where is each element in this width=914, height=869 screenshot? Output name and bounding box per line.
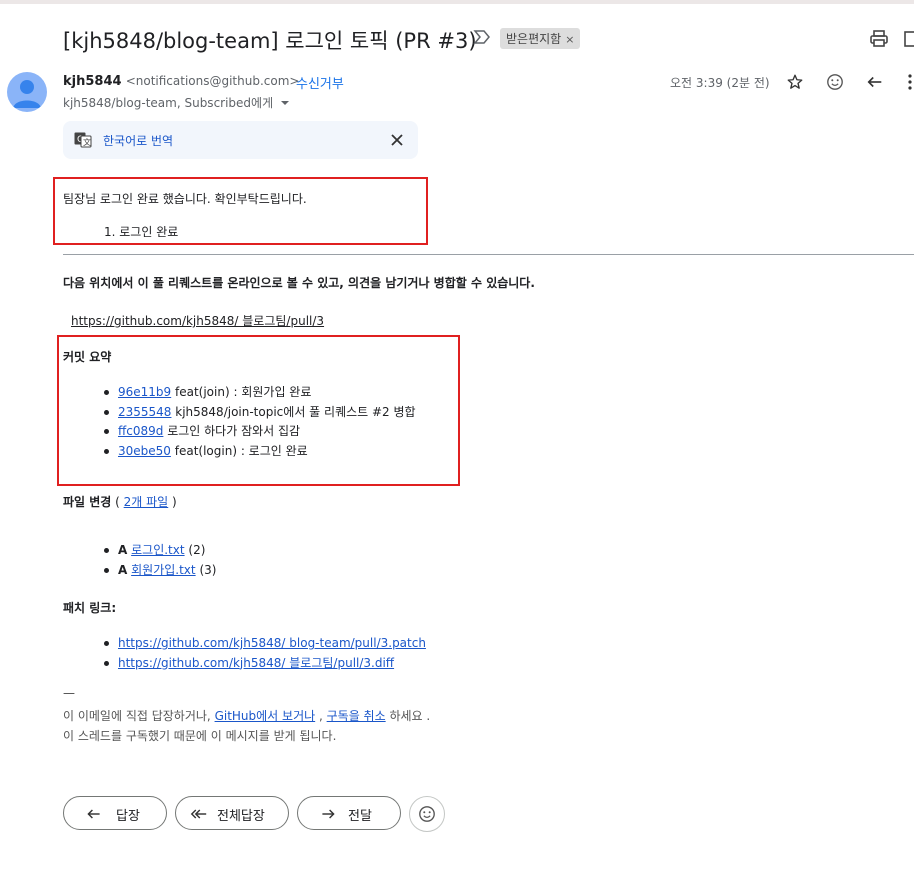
reply-button[interactable]: 답장 bbox=[63, 796, 167, 830]
footer-line-2: 이 스레드를 구독했기 때문에 이 메시지를 받게 됩니다. bbox=[63, 729, 337, 743]
emoji-react-icon[interactable] bbox=[826, 73, 844, 95]
recipients-label: kjh5848/blog-team, Subscribed에게 bbox=[63, 96, 274, 110]
list-item: ffc089d 로그인 하다가 잠와서 집감 bbox=[104, 422, 416, 442]
files-changed: 파일 변경 ( 2개 파일 ) bbox=[63, 493, 177, 510]
translate-icon: G文 bbox=[74, 132, 92, 152]
unsubscribe-thread-link[interactable]: 구독을 취소 bbox=[327, 709, 386, 723]
email-time: 오전 3:39 (2분 전) bbox=[670, 76, 770, 90]
emoji-react-button[interactable] bbox=[409, 796, 445, 832]
commit-message: feat(login) : 로그인 완료 bbox=[170, 443, 308, 458]
reply-all-button[interactable]: 전체답장 bbox=[175, 796, 289, 830]
footer-text: 하세요 . bbox=[385, 709, 431, 723]
svg-text:文: 文 bbox=[83, 137, 91, 147]
close-icon[interactable] bbox=[390, 132, 404, 151]
sender-name[interactable]: kjh5844 bbox=[63, 74, 122, 89]
files-paren-open: ( bbox=[111, 495, 124, 509]
unsubscribe-link[interactable]: 수신거부 bbox=[296, 73, 344, 92]
avatar bbox=[7, 72, 47, 112]
recipients[interactable]: kjh5848/blog-team, Subscribed에게 bbox=[63, 94, 290, 111]
translate-bar: G文 한국어로 번역 bbox=[63, 121, 418, 159]
smiley-icon bbox=[419, 806, 435, 822]
forward-icon bbox=[320, 806, 336, 826]
forward-button[interactable]: 전달 bbox=[297, 796, 401, 830]
top-border bbox=[0, 0, 914, 4]
chevron-down-icon[interactable] bbox=[280, 99, 290, 107]
file-op: A bbox=[118, 543, 128, 557]
list-item: https://github.com/kjh5848/ 블로그팀/pull/3.… bbox=[104, 654, 426, 674]
print-icon[interactable] bbox=[869, 29, 889, 53]
diff-link[interactable]: https://github.com/kjh5848/ 블로그팀/pull/3.… bbox=[118, 656, 394, 670]
list-item: https://github.com/kjh5848/ blog-team/pu… bbox=[104, 634, 426, 654]
commit-sha-link[interactable]: 30ebe50 bbox=[118, 444, 171, 458]
pr-link[interactable]: https://github.com/kjh5848/ 블로그팀/pull/3 bbox=[71, 312, 324, 329]
message-list-item: 1. 로그인 완료 bbox=[104, 225, 179, 239]
pr-intro: 다음 위치에서 이 풀 리퀘스트를 온라인으로 볼 수 있고, 의견을 남기거나… bbox=[63, 276, 535, 290]
commit-list: 96e11b9 feat(join) : 회원가입 완료 2355548 kjh… bbox=[104, 383, 416, 462]
list-item: 2355548 kjh5848/join-topic에서 풀 리퀘스트 #2 병… bbox=[104, 403, 416, 423]
importance-marker-icon[interactable] bbox=[473, 29, 491, 49]
view-on-github-link[interactable]: GitHub에서 보거나 bbox=[215, 709, 316, 723]
commit-sha-link[interactable]: 96e11b9 bbox=[118, 385, 171, 399]
patch-list: https://github.com/kjh5848/ blog-team/pu… bbox=[104, 634, 426, 674]
forward-label: 전달 bbox=[348, 809, 372, 824]
reply-label: 답장 bbox=[116, 809, 140, 824]
commit-message: kjh5848/join-topic에서 풀 리퀘스트 #2 병합 bbox=[171, 404, 416, 419]
list-item: 30ebe50 feat(login) : 로그인 완료 bbox=[104, 442, 416, 462]
sender: kjh5844 <notifications@github.com> bbox=[63, 74, 299, 89]
sender-address: <notifications@github.com> bbox=[125, 74, 300, 88]
reply-all-label: 전체답장 bbox=[217, 809, 265, 824]
files-count-link[interactable]: 2개 파일 bbox=[124, 495, 169, 509]
commit-message: feat(join) : 회원가입 완료 bbox=[171, 385, 312, 399]
reply-all-icon bbox=[190, 806, 208, 826]
reply-icon bbox=[86, 806, 102, 826]
patch-link[interactable]: https://github.com/kjh5848/ blog-team/pu… bbox=[118, 636, 426, 650]
file-change-count: (2) bbox=[184, 543, 206, 557]
patch-title: 패치 링크: bbox=[63, 601, 117, 615]
commit-sha-link[interactable]: 2355548 bbox=[118, 405, 171, 419]
file-link[interactable]: 회원가입.txt bbox=[131, 563, 196, 577]
star-icon[interactable] bbox=[786, 73, 804, 95]
file-list: A 로그인.txt (2) A 회원가입.txt (3) bbox=[103, 541, 217, 581]
more-options-icon[interactable] bbox=[906, 73, 914, 95]
message-line: 팀장님 로그인 완료 했습니다. 확인부탁드립니다. bbox=[63, 192, 307, 206]
reply-icon[interactable] bbox=[866, 73, 884, 95]
footer-line-1: 이 이메일에 직접 답장하거나, GitHub에서 보거나 , 구독을 취소 하… bbox=[63, 707, 430, 724]
commit-sha-link[interactable]: ffc089d bbox=[118, 424, 163, 438]
footer-separator: , bbox=[315, 709, 327, 723]
signature-dash: — bbox=[63, 686, 75, 700]
list-item: A 로그인.txt (2) bbox=[103, 541, 216, 561]
email-subject: [kjh5848/blog-team] 로그인 토픽 (PR #3) bbox=[63, 29, 477, 53]
commits-title: 커밋 요약 bbox=[63, 350, 112, 364]
commit-message: 로그인 하다가 잠와서 집감 bbox=[163, 424, 301, 438]
file-link[interactable]: 로그인.txt bbox=[131, 543, 184, 557]
inbox-label-chip[interactable]: 받은편지함 × bbox=[500, 28, 581, 49]
files-paren-close: ) bbox=[168, 495, 177, 509]
open-new-window-icon[interactable] bbox=[904, 29, 914, 53]
footer-text: 이 이메일에 직접 답장하거나, bbox=[63, 709, 215, 723]
file-change-count: (3) bbox=[195, 562, 217, 577]
list-item: A 회원가입.txt (3) bbox=[103, 561, 217, 581]
files-title: 파일 변경 bbox=[63, 495, 112, 509]
list-item: 96e11b9 feat(join) : 회원가입 완료 bbox=[104, 383, 416, 403]
file-op: A bbox=[118, 562, 128, 577]
remove-label-icon[interactable]: × bbox=[565, 33, 574, 46]
divider bbox=[63, 254, 914, 255]
translate-link[interactable]: 한국어로 번역 bbox=[103, 132, 173, 149]
inbox-label: 받은편지함 bbox=[506, 32, 562, 46]
